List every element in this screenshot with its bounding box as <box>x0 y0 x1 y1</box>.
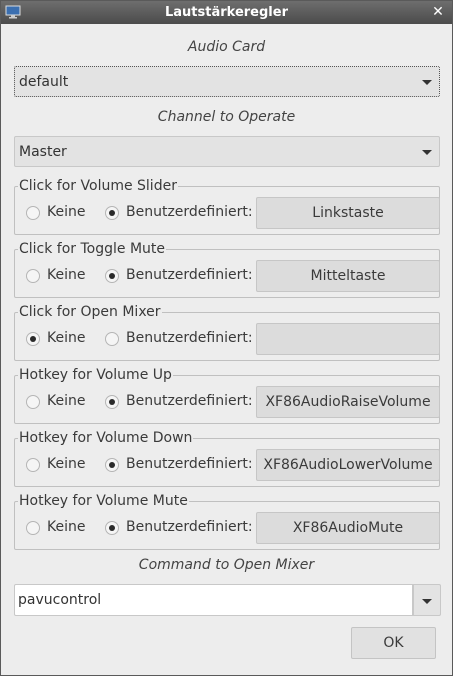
radio-none-label[interactable]: Keine <box>47 393 85 409</box>
mixer-command-input[interactable] <box>14 584 413 616</box>
mixer-command-combo <box>14 584 441 616</box>
radio-custom-label[interactable]: Benutzerdefiniert: <box>126 393 253 409</box>
radio-custom-label[interactable]: Benutzerdefiniert: <box>126 267 253 283</box>
radio-none[interactable] <box>26 269 40 283</box>
radio-custom-label[interactable]: Benutzerdefiniert: <box>126 330 253 346</box>
group-title: Hotkey for Volume Mute <box>18 493 189 509</box>
radio-none[interactable] <box>26 332 40 346</box>
title-bar[interactable]: Lautstärkeregler ✕ <box>1 1 452 24</box>
window-title: Lautstärkeregler <box>165 5 288 20</box>
group-hotkey-for-volume-down: Hotkey for Volume Down Keine Benutzerdefin… <box>14 430 440 487</box>
key-binding-button[interactable]: Mitteltaste <box>256 260 440 292</box>
dialog-window: Lautstärkeregler ✕ Audio Card default Ch… <box>0 0 453 676</box>
group-title: Hotkey for Volume Up <box>18 367 173 383</box>
group-title: Hotkey for Volume Down <box>18 430 194 446</box>
key-binding-button[interactable] <box>256 323 440 355</box>
chevron-down-icon <box>422 80 432 85</box>
key-binding-button[interactable]: XF86AudioRaiseVolume <box>256 386 440 418</box>
radio-none[interactable] <box>26 206 40 220</box>
audio-card-select[interactable]: default <box>14 66 440 97</box>
group-click-for-open-mixer: Click for Open Mixer Keine Benutzerdefinie… <box>14 304 440 361</box>
radio-custom[interactable] <box>105 521 119 535</box>
radio-custom[interactable] <box>105 458 119 472</box>
radio-none[interactable] <box>26 395 40 409</box>
radio-custom[interactable] <box>105 395 119 409</box>
radio-custom[interactable] <box>105 269 119 283</box>
mixer-command-dropdown[interactable] <box>413 584 441 616</box>
key-binding-button[interactable]: XF86AudioMute <box>256 512 440 544</box>
channel-select[interactable]: Master <box>14 136 440 167</box>
audio-card-label: Audio Card <box>187 39 266 55</box>
radio-none[interactable] <box>26 458 40 472</box>
radio-custom[interactable] <box>105 332 119 346</box>
chevron-down-icon <box>422 150 432 155</box>
radio-custom-label[interactable]: Benutzerdefiniert: <box>126 204 253 220</box>
close-icon[interactable]: ✕ <box>430 4 446 20</box>
radio-none[interactable] <box>26 521 40 535</box>
group-click-for-volume-slider: Click for Volume Slider Keine Benutzerdefi… <box>14 178 440 235</box>
ok-button[interactable]: OK <box>351 627 436 659</box>
chevron-down-icon <box>422 599 432 604</box>
group-title: Click for Open Mixer <box>18 304 162 320</box>
radio-none-label[interactable]: Keine <box>47 330 85 346</box>
radio-none-label[interactable]: Keine <box>47 267 85 283</box>
key-binding-button[interactable]: Linkstaste <box>256 197 440 229</box>
group-title: Click for Toggle Mute <box>18 241 167 257</box>
radio-custom-label[interactable]: Benutzerdefiniert: <box>126 519 253 535</box>
mixer-command-label: Command to Open Mixer <box>138 557 315 573</box>
radio-none-label[interactable]: Keine <box>47 519 85 535</box>
channel-value: Master <box>19 144 67 160</box>
group-click-for-toggle-mute: Click for Toggle Mute Keine Benutzerdefini… <box>14 241 440 298</box>
radio-none-label[interactable]: Keine <box>47 204 85 220</box>
key-binding-button[interactable]: XF86AudioLowerVolume <box>256 449 440 481</box>
group-title: Click for Volume Slider <box>18 178 178 194</box>
channel-label: Channel to Operate <box>157 109 296 125</box>
radio-custom-label[interactable]: Benutzerdefiniert: <box>126 456 253 472</box>
audio-card-value: default <box>19 74 69 90</box>
radio-custom[interactable] <box>105 206 119 220</box>
group-hotkey-for-volume-mute: Hotkey for Volume Mute Keine Benutzerdefin… <box>14 493 440 550</box>
group-hotkey-for-volume-up: Hotkey for Volume Up Keine Benutzerdefinie… <box>14 367 440 424</box>
radio-none-label[interactable]: Keine <box>47 456 85 472</box>
